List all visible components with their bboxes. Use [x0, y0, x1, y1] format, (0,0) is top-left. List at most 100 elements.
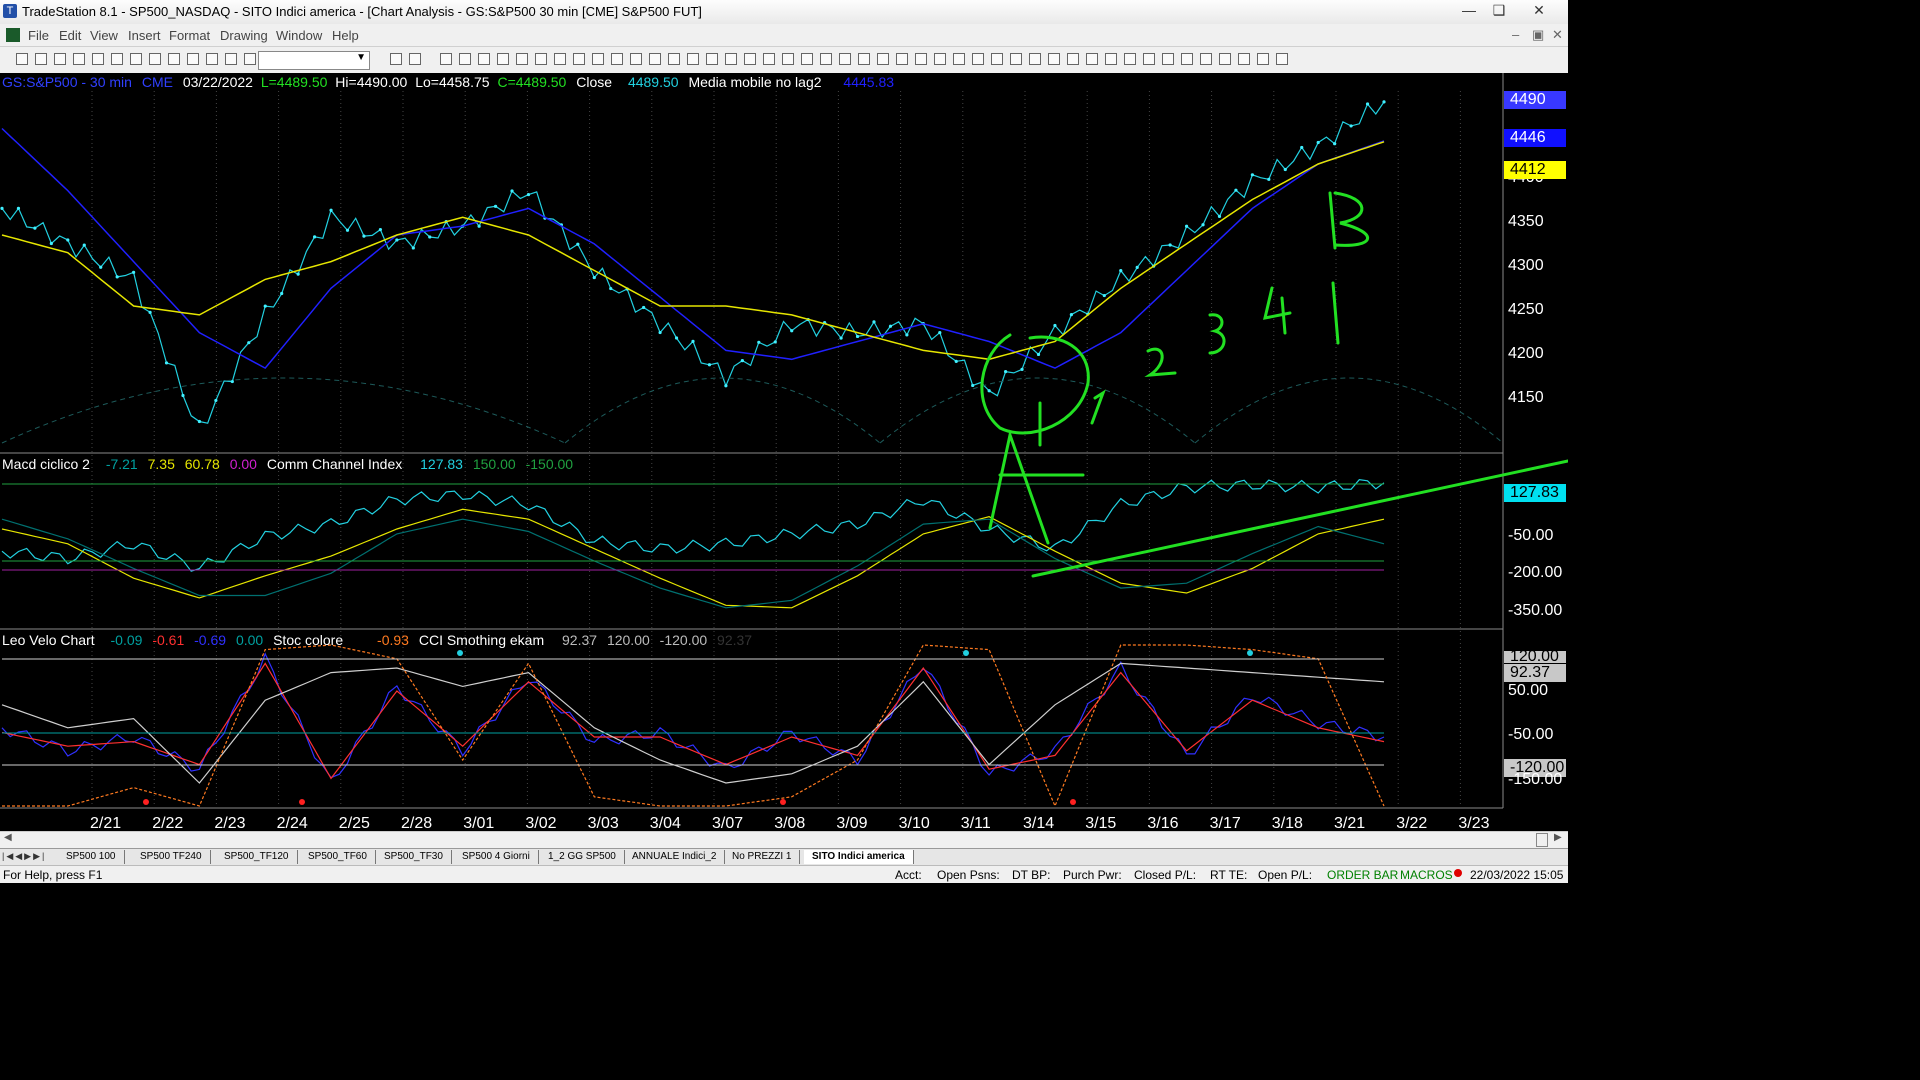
tab-no-prezzi-1[interactable]: No PREZZI 1	[724, 850, 801, 864]
scroll-right-icon[interactable]: ▶	[1554, 832, 1562, 843]
toolbar-button[interactable]	[1086, 53, 1098, 65]
toolbar-button[interactable]	[706, 53, 718, 65]
toolbar-button[interactable]	[244, 53, 256, 65]
minimize-button[interactable]: —	[1454, 0, 1484, 20]
toolbar-button[interactable]	[390, 53, 402, 65]
toolbar-button[interactable]	[877, 53, 889, 65]
toolbar-button[interactable]	[1200, 53, 1212, 65]
toolbar-button[interactable]	[953, 53, 965, 65]
document-icon[interactable]	[6, 28, 20, 42]
toolbar-button[interactable]	[972, 53, 984, 65]
toolbar-button[interactable]	[111, 53, 123, 65]
toolbar-button[interactable]	[1010, 53, 1022, 65]
symbol-combo[interactable]: ▼	[258, 51, 370, 70]
mdi-minimize-button[interactable]: –	[1512, 27, 1519, 42]
toolbar-button[interactable]	[497, 53, 509, 65]
toolbar-button[interactable]	[1162, 53, 1174, 65]
order-bar-status[interactable]: ORDER BAR	[1327, 868, 1398, 882]
tab-sito-indici-america[interactable]: SITO Indici america	[804, 850, 914, 864]
menu-help[interactable]: Help	[332, 28, 359, 43]
toolbar-button[interactable]	[16, 53, 28, 65]
menu-view[interactable]: View	[90, 28, 118, 43]
tab-annuale-indici-2[interactable]: ANNUALE Indici_2	[624, 850, 726, 864]
toolbar-button[interactable]	[478, 53, 490, 65]
toolbar-button[interactable]	[535, 53, 547, 65]
toolbar-button[interactable]	[991, 53, 1003, 65]
mdi-close-button[interactable]: ✕	[1552, 27, 1563, 43]
chart-area[interactable]: GS:S&P500 - 30 min CME 03/22/2022 L=4489…	[0, 73, 1568, 832]
toolbar-button[interactable]	[782, 53, 794, 65]
toolbar-button[interactable]	[206, 53, 218, 65]
toolbar-button[interactable]	[649, 53, 661, 65]
tab-sp500-tf240[interactable]: SP500 TF240	[132, 850, 211, 864]
toolbar-button[interactable]	[934, 53, 946, 65]
tab-sp500-tf30[interactable]: SP500_TF30	[376, 850, 452, 864]
price-point	[724, 384, 728, 388]
maximize-button[interactable]: ❑	[1484, 0, 1514, 20]
toolbar-button[interactable]	[1257, 53, 1269, 65]
toolbar-button[interactable]	[459, 53, 471, 65]
toolbar-button[interactable]	[592, 53, 604, 65]
tab-sp500-tf60[interactable]: SP500_TF60	[300, 850, 376, 864]
toolbar-button[interactable]	[35, 53, 47, 65]
menu-format[interactable]: Format	[169, 28, 210, 43]
toolbar-button[interactable]	[915, 53, 927, 65]
toolbar-button[interactable]	[409, 53, 421, 65]
toolbar-button[interactable]	[92, 53, 104, 65]
cycle-arc	[879, 377, 1196, 444]
menu-edit[interactable]: Edit	[59, 28, 81, 43]
toolbar-button[interactable]	[130, 53, 142, 65]
toolbar-button[interactable]	[1124, 53, 1136, 65]
menu-window[interactable]: Window	[276, 28, 322, 43]
toolbar-button[interactable]	[801, 53, 813, 65]
toolbar-button[interactable]	[1276, 53, 1288, 65]
toolbar-button[interactable]	[54, 53, 66, 65]
toolbar-button[interactable]	[440, 53, 452, 65]
close-button[interactable]: ✕	[1514, 0, 1564, 20]
toolbar-button[interactable]	[820, 53, 832, 65]
toolbar-button[interactable]	[187, 53, 199, 65]
mdi-restore-button[interactable]: ▣	[1532, 27, 1544, 43]
menu-insert[interactable]: Insert	[128, 28, 161, 43]
tab-sp500-4-giorni[interactable]: SP500 4 Giorni	[454, 850, 539, 864]
toolbar-button[interactable]	[225, 53, 237, 65]
scroll-left-icon[interactable]: ◀	[4, 832, 12, 843]
toolbar-button[interactable]	[858, 53, 870, 65]
toolbar-button[interactable]	[744, 53, 756, 65]
toolbar-button[interactable]	[1143, 53, 1155, 65]
toolbar-button[interactable]	[573, 53, 585, 65]
toolbar-button[interactable]	[725, 53, 737, 65]
price-point	[954, 359, 958, 363]
toolbar-button[interactable]	[896, 53, 908, 65]
macros-status[interactable]: MACROS	[1400, 868, 1453, 882]
toolbar-button[interactable]	[73, 53, 85, 65]
toolbar-button[interactable]	[1048, 53, 1060, 65]
tab-sp500-tf120[interactable]: SP500_TF120	[216, 850, 298, 864]
toolbar-button[interactable]	[611, 53, 623, 65]
menu-drawing[interactable]: Drawing	[220, 28, 268, 43]
toolbar-button[interactable]	[1105, 53, 1117, 65]
toolbar-button[interactable]	[763, 53, 775, 65]
toolbar-button[interactable]	[168, 53, 180, 65]
tab-nav-icons[interactable]: |◀◀▶▶|	[2, 851, 46, 862]
toolbar-button[interactable]	[1181, 53, 1193, 65]
toolbar-button[interactable]	[1067, 53, 1079, 65]
toolbar-button[interactable]	[1219, 53, 1231, 65]
scroll-thumb[interactable]	[1536, 833, 1548, 847]
tab-sp500-100[interactable]: SP500 100	[58, 850, 125, 864]
toolbar-button[interactable]	[1029, 53, 1041, 65]
toolbar-button[interactable]	[630, 53, 642, 65]
toolbar-button[interactable]	[687, 53, 699, 65]
toolbar-button[interactable]	[668, 53, 680, 65]
toolbar-button[interactable]	[839, 53, 851, 65]
toolbar-button[interactable]	[1238, 53, 1250, 65]
chart-canvas[interactable]	[0, 73, 1568, 831]
toolbar-button[interactable]	[516, 53, 528, 65]
y-tick: 4350	[1508, 213, 1544, 230]
price-point	[411, 246, 415, 250]
toolbar-button[interactable]	[149, 53, 161, 65]
toolbar-button[interactable]	[554, 53, 566, 65]
tab-1-2-gg-sp500[interactable]: 1_2 GG SP500	[540, 850, 625, 864]
menu-file[interactable]: File	[28, 28, 49, 43]
horizontal-scrollbar[interactable]: ◀ ▶	[0, 831, 1568, 849]
